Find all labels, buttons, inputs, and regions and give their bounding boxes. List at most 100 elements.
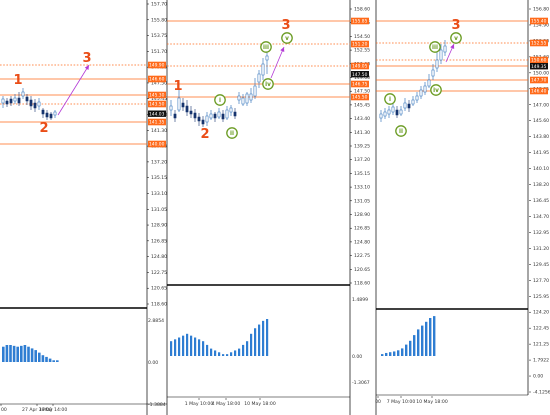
indicator-bar: [34, 350, 37, 362]
indicator-bar: [397, 350, 400, 356]
price-axis-label: 152.55: [354, 48, 370, 54]
wave-iv-label: iv: [265, 82, 271, 88]
price-axis-label: 129.45: [533, 262, 549, 268]
price-axis-label: 124.80: [354, 239, 370, 245]
chart-3-candle-body: [443, 45, 447, 53]
indicator-bar: [9, 345, 12, 362]
indicator-bar: [230, 352, 233, 356]
chart-3-candle-body: [411, 99, 415, 105]
wave-ii-label: ii: [230, 131, 234, 137]
wave-2-label: 2: [200, 127, 209, 142]
chart-2-candle-body: [189, 110, 193, 115]
indicator-bar: [45, 356, 48, 362]
chart-2-candle-body: [265, 55, 269, 61]
chart-1-candle-body: [37, 101, 41, 107]
chart-1-level-label: 140.00: [149, 142, 165, 148]
price-axis-label: 153.75: [151, 33, 167, 39]
time-axis-label: 00: [1, 407, 7, 413]
chart-3-level-label: 146.40: [531, 89, 547, 95]
chart-3-candle-body: [387, 109, 391, 115]
chart-1-candle-body: [9, 98, 13, 104]
indicator-bar: [206, 344, 209, 356]
price-axis-label: 132.95: [533, 230, 549, 236]
chart-1[interactable]: 157.70155.80153.75151.70149.55147.50145.…: [0, 0, 167, 415]
price-axis-label: 150.00: [533, 70, 549, 76]
price-axis-label: 143.80: [533, 134, 549, 140]
chart-2-level-label: 149.05: [352, 64, 368, 70]
price-axis-label: 122.75: [151, 270, 167, 276]
chart-3-candle-body: [399, 109, 403, 115]
indicator-bar: [2, 346, 5, 362]
indicator-bar: [202, 341, 205, 356]
wave-3-label: 3: [451, 18, 460, 33]
price-axis-label: 120.65: [151, 286, 167, 292]
chart-2-level-label: 145.50: [352, 95, 368, 101]
wave-3-label: 3: [82, 51, 91, 66]
price-axis-label: 118.60: [354, 281, 370, 287]
indicator-bar: [5, 345, 9, 362]
price-axis-label: 134.70: [533, 214, 549, 220]
time-axis-label: 10 May 18:00: [244, 401, 276, 407]
price-axis-label: 0.00: [533, 374, 543, 380]
chart-3-level-label: 147.70: [531, 78, 547, 84]
price-axis-label: 139.25: [354, 144, 370, 150]
price-axis-label: 145.60: [533, 118, 549, 124]
indicator-bar: [178, 337, 181, 356]
indicator-bar: [218, 352, 221, 356]
chart-2-level-label: 146.75: [352, 82, 368, 88]
chart-2-indicator-axis-label: 1.4899: [352, 297, 368, 303]
chart-3-candle-body: [407, 103, 411, 109]
chart-3-candle-body: [383, 111, 387, 117]
price-axis-label: 131.05: [151, 207, 167, 213]
chart-3-candle-body: [431, 69, 435, 77]
indicator-bar: [266, 319, 269, 356]
price-axis-label: 141.30: [151, 128, 167, 134]
time-axis-label: 1 May 10:00: [185, 401, 214, 407]
indicator-bar: [23, 345, 27, 362]
indicator-bar: [385, 352, 388, 356]
wave-3-label: 3: [281, 18, 290, 33]
price-axis-label: 154.50: [354, 34, 370, 40]
price-axis-label: 147.00: [533, 102, 549, 108]
price-axis-label: 135.15: [354, 171, 370, 177]
chart-3-candle-body: [427, 79, 431, 87]
price-axis-label: 128.90: [151, 223, 167, 229]
chart-3[interactable]: 156.80154.90153.20151.60150.00148.35147.…: [375, 0, 550, 415]
chart-3-candle-body: [439, 49, 443, 61]
wave-1-label: 1: [173, 79, 182, 94]
chart-1-candle-body: [13, 97, 17, 102]
chart-1-candle-body: [5, 100, 9, 105]
indicator-bar: [254, 328, 257, 356]
indicator-bar: [194, 337, 197, 356]
price-axis-label: 143.40: [354, 116, 370, 122]
chart-2-current-price-label: 147.50: [352, 72, 368, 78]
chart-2-candle-body: [205, 115, 209, 123]
chart-2-candle-body: [185, 105, 189, 113]
chart-1-level-label: 149.90: [149, 63, 165, 69]
time-axis-label: 10 May 18:00: [416, 399, 448, 405]
time-axis-label: 4 May 18:00: [212, 401, 241, 407]
wave-iii-label: iii: [432, 45, 438, 51]
chart-1-candle-body: [29, 99, 33, 107]
chart-1-indicator-axis-label: 0.00: [148, 360, 158, 366]
chart-2-candle-body: [169, 105, 173, 111]
chart-2[interactable]: 158.60156.65154.50152.55150.60149.00147.…: [166, 0, 370, 415]
chart-1-candle-body: [45, 112, 49, 118]
indicator-bar: [409, 340, 412, 356]
chart-2-candle-body: [201, 119, 205, 125]
indicator-bar: [433, 316, 436, 356]
indicator-bar: [20, 345, 23, 362]
price-axis-label: 128.90: [354, 212, 370, 218]
chart-2-candle-body: [249, 93, 253, 101]
indicator-bar: [238, 348, 241, 356]
indicator-bar: [27, 346, 30, 362]
price-axis-label: 118.60: [151, 302, 167, 308]
chart-1-candle-body: [25, 96, 29, 102]
price-axis-label: 137.20: [151, 159, 167, 165]
time-axis-label: 3 May 14:00: [39, 407, 68, 413]
chart-3-current-price-label: 149.35: [531, 64, 547, 70]
chart-3-candle-body: [419, 89, 423, 97]
price-axis-label: 125.95: [533, 294, 549, 300]
chart-1-candle-body: [21, 91, 25, 97]
wave-v-label: v: [454, 36, 458, 42]
